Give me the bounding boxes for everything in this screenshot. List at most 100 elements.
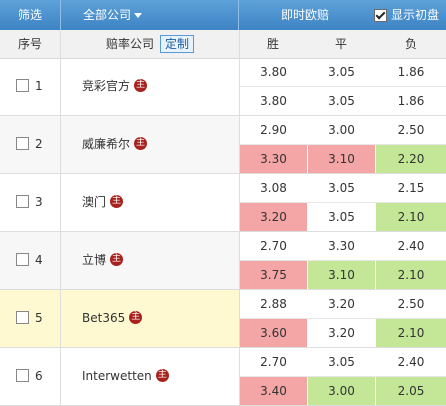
- row-seq: 5: [16, 290, 43, 347]
- column-header: 序号 赔率公司 定制 胜 平 负: [0, 30, 446, 59]
- initial-lose-odds: 2.40: [397, 239, 425, 253]
- live-draw-odds: 3.10: [308, 145, 375, 173]
- row-select-checkbox[interactable]: [16, 369, 29, 382]
- column-divider: [60, 290, 61, 347]
- live-odds-header: 即时欧赔: [280, 8, 329, 22]
- column-divider: [60, 174, 61, 231]
- lose-column-header: 负: [404, 37, 417, 51]
- initial-lose-odds: 2.50: [397, 297, 425, 311]
- live-win-odds: 3.40: [240, 377, 307, 405]
- row-seq-number: 6: [35, 369, 43, 383]
- company-name-cell[interactable]: Interwetten 主: [82, 348, 169, 405]
- row-seq: 3: [16, 174, 43, 231]
- row-company-area: 6 Interwetten 主: [0, 348, 240, 405]
- column-divider: [60, 232, 61, 289]
- table-row: 5 Bet365 主 2.88 3.20 2.50 3.60 3.20 2.10: [0, 290, 446, 348]
- live-draw-odds: 3.20: [328, 326, 355, 340]
- live-odds-line: 3.40 3.00 2.05: [240, 377, 446, 405]
- initial-lose-odds: 2.40: [397, 355, 425, 369]
- live-odds-line: 3.60 3.20 2.10: [240, 319, 446, 347]
- odds-company-column-header: 赔率公司 定制: [61, 30, 240, 58]
- initial-odds-line: 2.70 3.05 2.40: [240, 348, 446, 377]
- row-seq: 6: [16, 348, 43, 405]
- initial-win-odds: 2.88: [260, 297, 287, 311]
- initial-odds-line: 2.70 3.30 2.40: [240, 232, 446, 261]
- initial-win-odds: 3.08: [260, 181, 287, 195]
- column-divider: [60, 116, 61, 173]
- row-seq-number: 5: [35, 311, 43, 325]
- live-draw-odds: 3.05: [328, 210, 355, 224]
- row-seq: 1: [16, 58, 43, 115]
- row-company-area: 4 立博主: [0, 232, 240, 289]
- company-filter-label: 全部公司: [83, 8, 132, 22]
- initial-draw-odds: 3.30: [328, 239, 355, 253]
- row-seq-number: 1: [35, 79, 43, 93]
- initial-odds-line: 3.08 3.05 2.15: [240, 174, 446, 203]
- row-seq: 4: [16, 232, 43, 289]
- show-initial-label: 显示初盘: [391, 8, 440, 22]
- live-win-odds: 3.20: [240, 203, 307, 231]
- live-draw-odds: 3.00: [308, 377, 375, 405]
- row-select-checkbox[interactable]: [16, 79, 29, 92]
- company-name-cell[interactable]: 澳门主: [82, 174, 124, 231]
- table-row: 3 澳门主 3.08 3.05 2.15 3.20 3.05 2.10: [0, 174, 446, 232]
- company-name-cell[interactable]: 立博主: [82, 232, 124, 289]
- odds-table: 筛选 全部公司 即时欧赔 显示初盘 序号 赔率公司 定制 胜 平 负 1 竞彩官方主…: [0, 0, 446, 406]
- initial-win-odds: 2.70: [260, 355, 287, 369]
- home-badge-icon: 主: [134, 137, 148, 150]
- live-lose-odds: 1.86: [397, 94, 425, 108]
- company-name: 澳门: [82, 195, 107, 209]
- live-lose-odds: 2.10: [376, 261, 446, 289]
- initial-win-odds: 2.90: [260, 123, 287, 137]
- filter-header[interactable]: 筛选: [0, 0, 61, 30]
- table-row: 6 Interwetten 主 2.70 3.05 2.40 3.40 3.00 2.05: [0, 348, 446, 406]
- row-select-checkbox[interactable]: [16, 311, 29, 324]
- home-badge-icon: 主: [110, 253, 124, 266]
- live-win-odds: 3.75: [240, 261, 307, 289]
- odds-company-label: 赔率公司: [105, 37, 154, 51]
- row-seq-number: 4: [35, 253, 43, 267]
- table-row: 2 威廉希尔主 2.90 3.00 2.50 3.30 3.10 2.20: [0, 116, 446, 174]
- row-select-checkbox[interactable]: [16, 137, 29, 150]
- row-company-area: 3 澳门主: [0, 174, 240, 231]
- show-initial-toggle[interactable]: 显示初盘: [374, 0, 446, 30]
- initial-draw-odds: 3.05: [328, 355, 355, 369]
- live-lose-odds: 2.10: [376, 203, 446, 231]
- initial-draw-odds: 3.05: [328, 65, 355, 79]
- live-draw-odds: 3.10: [308, 261, 375, 289]
- win-column-header: 胜: [266, 37, 279, 51]
- column-divider: [60, 58, 61, 115]
- initial-odds-line: 2.90 3.00 2.50: [240, 116, 446, 145]
- company-name: 竞彩官方: [82, 79, 131, 93]
- table-row: 4 立博主 2.70 3.30 2.40 3.75 3.10 2.10: [0, 232, 446, 290]
- home-badge-icon: 主: [134, 79, 148, 92]
- initial-draw-odds: 3.00: [328, 123, 355, 137]
- home-badge-icon: 主: [129, 311, 143, 324]
- draw-column-header: 平: [334, 37, 347, 51]
- live-lose-odds: 2.05: [376, 377, 446, 405]
- company-filter-dropdown[interactable]: 全部公司: [61, 0, 239, 30]
- show-initial-checkbox[interactable]: [374, 9, 387, 22]
- customize-button[interactable]: 定制: [160, 35, 195, 53]
- row-select-checkbox[interactable]: [16, 253, 29, 266]
- initial-draw-odds: 3.05: [328, 181, 355, 195]
- initial-win-odds: 3.80: [260, 65, 287, 79]
- initial-odds-line: 2.88 3.20 2.50: [240, 290, 446, 319]
- initial-lose-odds: 2.15: [397, 181, 425, 195]
- company-name: Bet365: [82, 311, 126, 325]
- row-seq-number: 2: [35, 137, 43, 151]
- live-odds-line: 3.30 3.10 2.20: [240, 145, 446, 173]
- initial-lose-odds: 1.86: [397, 65, 425, 79]
- company-name-cell[interactable]: 竞彩官方主: [82, 58, 148, 115]
- company-name-cell[interactable]: Bet365 主: [82, 290, 143, 347]
- live-odds-line: 3.20 3.05 2.10: [240, 203, 446, 231]
- live-lose-odds: 2.20: [376, 145, 446, 173]
- row-company-area: 5 Bet365 主: [0, 290, 240, 347]
- live-win-odds: 3.60: [240, 319, 307, 347]
- live-odds-line: 3.80 3.05 1.86: [240, 87, 446, 115]
- row-seq: 2: [16, 116, 43, 173]
- initial-odds-line: 3.80 3.05 1.86: [240, 58, 446, 87]
- live-win-odds: 3.80: [260, 94, 287, 108]
- company-name-cell[interactable]: 威廉希尔主: [82, 116, 148, 173]
- row-select-checkbox[interactable]: [16, 195, 29, 208]
